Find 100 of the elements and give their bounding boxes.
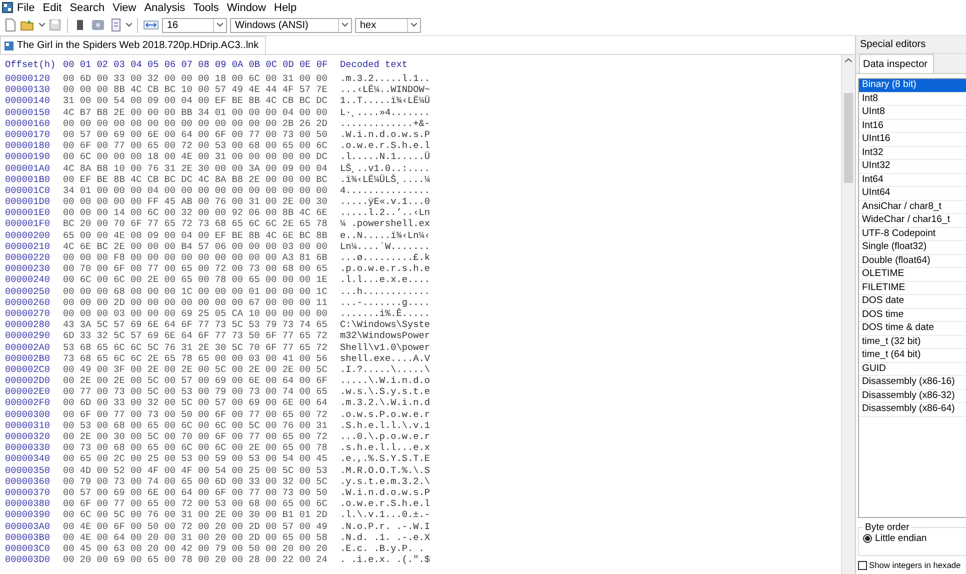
decoded-text: .....l.2..’..‹Ln <box>340 207 430 218</box>
offset-cell-text: 000001D0 <box>5 196 52 208</box>
folder-icon[interactable] <box>20 18 36 32</box>
hex-bytes: 73 68 65 6C 6C 2E 65 78 65 00 00 03 00 41 00 56 <box>63 352 328 364</box>
menu-item[interactable]: Search <box>66 2 109 14</box>
page-icon[interactable] <box>109 18 123 32</box>
inspector-item[interactable]: DOS time <box>859 308 966 322</box>
inspector-item[interactable]: Disassembly (x86-16) <box>859 376 966 390</box>
hex-bytes: 34 01 00 00 00 04 00 00 00 00 00 00 00 00 00 00 <box>63 184 328 196</box>
scrollbar-thumb[interactable] <box>844 93 853 183</box>
inspector-item[interactable]: WideChar / char16_t <box>859 214 966 228</box>
data-inspector-tab[interactable]: Data inspector <box>859 54 934 73</box>
decoded-text: .l.....N.1.....Ü <box>340 151 430 162</box>
inspector-item[interactable]: UTF-8 Codepoint <box>859 228 966 241</box>
inspector-item[interactable]: DOS date <box>859 295 966 308</box>
hex-bytes: 00 4D 00 52 00 4F 00 4F 00 54 00 25 00 5C 00 53 <box>63 464 328 476</box>
menu-item[interactable]: File <box>13 2 39 14</box>
inspector-item[interactable]: UInt16 <box>859 133 966 146</box>
column-header: 00 <box>63 59 76 72</box>
inspector-item[interactable]: UInt64 <box>859 187 966 200</box>
inspector-item[interactable]: Double (float64) <box>859 254 966 268</box>
decoded-text: .N.d. .1. .-.e.X <box>340 532 430 543</box>
decoded-text: . .i.e.x. .(.".$ <box>340 554 430 566</box>
inspector-item[interactable]: UInt8 <box>859 106 966 120</box>
decoded-text: .......i%.Ê..... <box>340 308 430 320</box>
file-tab[interactable]: The Girl in the Spiders Web 2018.720p.HDrip.AC3..lnk <box>0 36 266 54</box>
hex-bytes: 00 73 00 68 00 65 00 6C 00 6C 00 2E 00 65 00 78 <box>63 442 328 454</box>
column-header: 0B <box>248 59 262 72</box>
inspector-item[interactable]: Int16 <box>859 120 966 133</box>
new-file-icon[interactable] <box>3 18 17 32</box>
hex-bytes: 00 6D 00 33 00 32 00 5C 00 57 00 69 00 6E 00 64 <box>63 397 328 409</box>
menu-item[interactable]: Window <box>222 2 270 14</box>
offset-cell-text: 00000300 <box>5 408 52 420</box>
hex-bytes: 00 20 00 69 00 65 00 78 00 20 00 28 00 22 00 24 <box>63 554 328 566</box>
inspector-item[interactable]: UInt32 <box>859 160 966 174</box>
offset-cell-text: 000002C0 <box>5 364 52 376</box>
caret-icon[interactable] <box>217 23 223 27</box>
inspector-item[interactable]: GUID <box>859 362 966 376</box>
scrollbar[interactable] <box>841 55 855 574</box>
decoded-text: ...-.......g.... <box>340 296 430 308</box>
offset-cell-text: 00000120 <box>5 73 52 84</box>
offset-cell-text: 000002E0 <box>5 386 52 398</box>
offset-cell-text: 00000250 <box>5 286 52 297</box>
menu-item[interactable]: Help <box>270 2 301 14</box>
caret-icon[interactable] <box>39 23 45 27</box>
charset-select[interactable]: Windows (ANSI) <box>230 18 352 32</box>
column-header: 0C <box>266 59 278 72</box>
decoded-text: .S.h.e.l.l.\.v.1 <box>340 420 430 431</box>
scroll-up-icon[interactable] <box>845 58 852 63</box>
inspector-item[interactable]: FILETIME <box>859 282 966 295</box>
offset-base-select[interactable]: hex <box>355 18 421 32</box>
checkbox[interactable] <box>858 560 867 570</box>
offset-cell-text: 00000150 <box>5 106 52 118</box>
offset-cell-text: 00000350 <box>5 464 52 476</box>
hex-bytes: 43 3A 5C 57 69 6E 64 6F 77 73 5C 53 79 73 74 65 <box>63 319 328 330</box>
offset-cell-text: 00000290 <box>5 330 52 342</box>
menu-item[interactable]: View <box>108 2 140 14</box>
decoded-text: .o.w.e.r.S.h.e.l <box>340 498 430 510</box>
inspector-item[interactable]: Int64 <box>859 174 966 187</box>
inspector-item[interactable]: AnsiChar / char8_t <box>859 200 966 214</box>
decoded-text: shell.exe....A.V <box>340 352 430 364</box>
offset-cell-text: 00000390 <box>5 509 52 520</box>
inspector-item[interactable]: DOS time & date <box>859 322 966 336</box>
inspector-item[interactable]: Single (float32) <box>859 241 966 254</box>
inspector-item[interactable]: Disassembly (x86-32) <box>859 390 966 403</box>
menu-item[interactable]: Tools <box>189 2 223 14</box>
offset-cell-text: 000002F0 <box>5 397 52 409</box>
offset-cell-text: 000002B0 <box>5 352 52 364</box>
decoded-text: .E.c. .B.y.P. . <box>340 542 426 554</box>
offset-cell-text: 00000360 <box>5 476 52 487</box>
hex-bytes: 00 00 00 03 00 00 00 69 25 05 CA 10 00 00 00 00 <box>63 308 328 320</box>
offset-cell-text: 00000260 <box>5 296 52 308</box>
offset-cell-text: 00000310 <box>5 420 52 431</box>
inspector-item[interactable]: time_t (32 bit) <box>859 336 966 349</box>
inspector-item[interactable]: Int8 <box>859 92 966 106</box>
caret-icon[interactable] <box>411 23 417 27</box>
offset-cell-text: 000003D0 <box>5 554 52 566</box>
caret-icon[interactable] <box>342 23 348 27</box>
decoded-text: ¼ .powershell.ex <box>340 218 430 230</box>
hex-bytes: 00 57 00 69 00 6E 00 64 00 6F 00 77 00 73 00 50 <box>63 128 328 140</box>
inspector-item[interactable]: Int32 <box>859 146 966 160</box>
offset-cell-text: 000002D0 <box>5 375 52 386</box>
inspector-item[interactable]: Disassembly (x86-64) <box>859 403 966 416</box>
menu-item[interactable]: Analysis <box>140 2 190 14</box>
width-arrows-icon[interactable] <box>143 18 159 32</box>
bytes-per-row-select[interactable]: 16 <box>162 18 227 32</box>
inspector-item[interactable]: time_t (64 bit) <box>859 349 966 362</box>
decoded-text: .I.?.....\.....\ <box>340 364 430 376</box>
menu-item[interactable]: Edit <box>38 2 66 14</box>
hex-bytes: 00 6F 00 77 00 65 00 72 00 53 00 68 00 65 00 6C <box>63 140 328 152</box>
decoded-text: 1..T.....ï¾‹LË¼Ü <box>340 95 430 107</box>
decoded-text: .....\.W.i.n.d.o <box>340 375 430 386</box>
caret-icon[interactable] <box>126 23 132 27</box>
inspector-item[interactable]: OLETIME <box>859 268 966 282</box>
inspector-item[interactable]: Binary (8 bit) <box>859 79 966 92</box>
hex-bytes: 6D 33 32 5C 57 69 6E 64 6F 77 73 50 6F 77 65 72 <box>63 330 328 342</box>
decoded-text: .W.i.n.d.o.w.s.P <box>340 486 430 498</box>
hex-bytes: 00 2E 00 2E 00 5C 00 57 00 69 00 6E 00 64 00 6F <box>63 375 328 386</box>
radio-button[interactable] <box>863 534 872 543</box>
hex-bytes: 00 00 00 00 00 FF 45 AB 00 76 00 31 00 2E 00 30 <box>63 196 328 208</box>
